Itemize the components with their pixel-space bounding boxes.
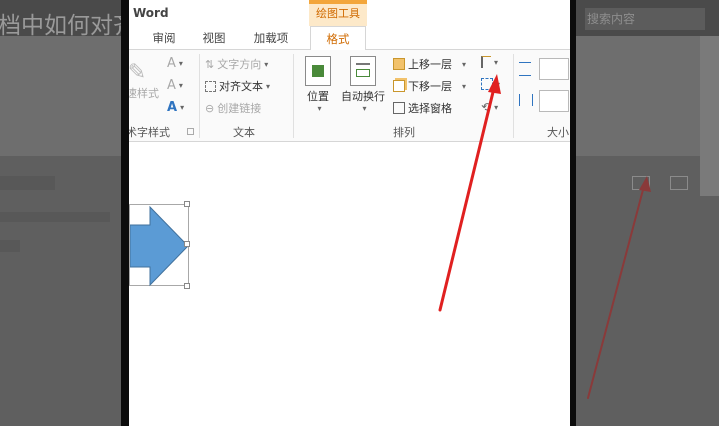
position-button[interactable]: 位置 ▾ [303,56,333,113]
wrap-text-icon [350,56,376,86]
background-title: 档中如何对齐 [0,13,136,39]
height-icon [519,62,531,76]
tab-view[interactable]: 视图 [199,26,229,50]
text-direction-label: 文字方向 [217,58,262,71]
wrap-text-label: 自动换行 [341,90,385,103]
right-arrow-icon [130,205,189,287]
text-group-label: 文本 [233,126,255,139]
document-area[interactable] [129,142,570,426]
height-input[interactable] [539,58,569,80]
resize-handle[interactable] [184,283,190,289]
position-label: 位置 [307,90,329,103]
send-backward-icon [393,80,405,92]
text-effects-icon: A [167,100,178,115]
resize-handle[interactable] [184,241,190,247]
align-icon [481,56,491,68]
tab-review[interactable]: 审阅 [149,26,179,50]
selection-pane-label: 选择窗格 [408,102,452,115]
selection-pane-button[interactable]: 选择窗格 [393,100,452,116]
selected-arrow-shape[interactable] [129,204,189,287]
align-button[interactable]: ▾ [481,56,498,68]
app-title: Word [133,6,169,20]
rotate-icon: ⟲ [481,100,492,114]
create-link-button[interactable]: ⊖ 创建链接 [205,100,261,116]
quick-styles-label: 快速样式 [125,87,159,100]
size-group-label: 大小 [547,126,569,139]
group-icon [481,78,493,90]
background-window-edge [700,36,719,196]
group-button[interactable]: ▾ [481,78,500,90]
text-outline-button[interactable]: A ▾ [167,78,183,93]
link-icon: ⊖ [205,101,215,115]
title-bar: Word 绘图工具 [129,0,570,26]
text-fill-icon: A [167,56,176,71]
align-text-icon [205,80,216,92]
rotate-button[interactable]: ⟲ ▾ [481,100,498,114]
position-icon [305,56,331,86]
create-link-label: 创建链接 [217,102,262,115]
drawing-tools-tab-group: 绘图工具 [309,0,367,26]
bring-forward-label: 上移一层 [408,58,452,71]
ribbon: ✎ 快速样式 A▾ A▾ A▾ 艺术字样式 ⇅文字方向▾ 对齐文本▾ ⊖创建链接… [129,50,570,142]
quick-styles-icon: ✎ [127,60,147,85]
text-direction-icon: ⇅ [205,57,215,71]
word-window: Word 绘图工具 审阅 视图 加载项 格式 ✎ 快速样式 A▾ A▾ A▾ 艺… [121,0,576,426]
arrange-group-label: 排列 [393,126,415,139]
text-outline-icon: A [167,78,176,93]
width-icon [519,94,533,106]
art-styles-group-label: 艺术字样式 [125,126,170,139]
send-backward-button[interactable]: 下移一层 ▾ [393,78,466,94]
wrap-text-button[interactable]: 自动换行 ▾ [339,56,387,113]
resize-handle[interactable] [184,201,190,207]
width-input[interactable] [539,90,569,112]
background-ribbon-icon [632,176,650,190]
quick-styles-button[interactable]: ✎ 快速样式 [125,60,159,110]
drawing-tools-label: 绘图工具 [316,7,360,20]
bring-forward-icon [393,58,405,70]
bring-forward-button[interactable]: 上移一层 ▾ [393,56,466,72]
text-direction-button[interactable]: ⇅ 文字方向 ▾ [205,56,268,72]
send-backward-label: 下移一层 [408,80,452,93]
background-ribbon-icon [670,176,688,190]
ribbon-tabs: 审阅 视图 加载项 格式 [129,26,570,51]
selection-pane-icon [393,102,405,114]
tab-format[interactable]: 格式 [310,26,366,51]
text-effects-button[interactable]: A ▾ [167,100,184,115]
text-fill-button[interactable]: A ▾ [167,56,183,71]
align-text-button[interactable]: 对齐文本 ▾ [205,78,270,94]
align-text-label: 对齐文本 [219,80,263,93]
dialog-launcher-icon[interactable] [187,128,194,135]
background-search-box: 搜索内容 [585,8,705,30]
tab-addins[interactable]: 加载项 [249,26,293,50]
